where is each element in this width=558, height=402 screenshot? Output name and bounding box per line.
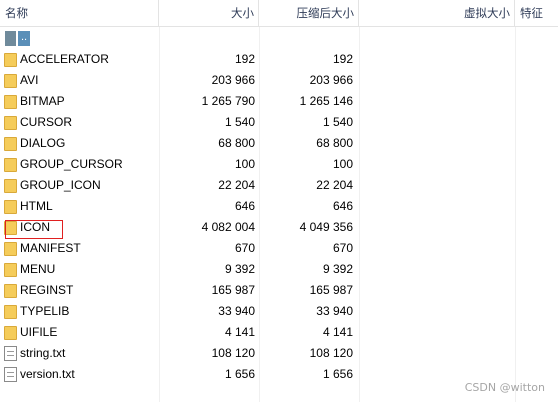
row-size: 1 656 (224, 367, 255, 381)
row-name: CURSOR (20, 115, 73, 129)
row-name: BITMAP (20, 94, 65, 108)
row-compressed-size: 4 141 (322, 325, 353, 339)
row-compressed-size: 4 049 356 (299, 220, 353, 234)
row-name: version.txt (20, 367, 75, 381)
row-name: HTML (20, 199, 53, 213)
row-size: 646 (234, 199, 255, 213)
folder-icon (4, 284, 17, 298)
column-attributes-header[interactable]: 特征 (515, 0, 558, 26)
row-name: string.txt (20, 346, 66, 360)
row-name: MANIFEST (20, 241, 81, 255)
text-file-icon (4, 367, 17, 382)
row-compressed-size: 1 540 (322, 115, 353, 129)
folder-row[interactable]: GROUP_ICON 22 204 22 204 (0, 175, 558, 196)
folder-row[interactable]: ICON 4 082 004 4 049 356 (0, 217, 558, 238)
folder-icon (4, 305, 17, 319)
row-size: 33 940 (218, 304, 255, 318)
parent-folder-label: .. (18, 31, 30, 46)
folder-row[interactable]: GROUP_CURSOR 100 100 (0, 154, 558, 175)
row-size: 670 (234, 241, 255, 255)
row-size: 4 082 004 (201, 220, 255, 234)
folder-icon (4, 179, 17, 193)
folder-icon (4, 53, 17, 67)
folder-row[interactable]: DIALOG 68 800 68 800 (0, 133, 558, 154)
row-compressed-size: 670 (332, 241, 353, 255)
folder-icon (4, 263, 17, 277)
row-name: MENU (20, 262, 56, 276)
column-virtual-header[interactable]: 虚拟大小 (359, 0, 515, 26)
row-name: UIFILE (20, 325, 58, 339)
file-list: .. ACCELERATOR 192 192 AVI 203 966 203 966 BIT… (0, 29, 558, 385)
folder-icon (4, 137, 17, 151)
column-size-header[interactable]: 大小 (159, 0, 259, 26)
text-file-icon (4, 346, 17, 361)
watermark: CSDN @witton (464, 381, 545, 394)
folder-row[interactable]: CURSOR 1 540 1 540 (0, 112, 558, 133)
column-name-header[interactable]: 名称 (0, 0, 159, 26)
row-compressed-size: 192 (332, 52, 353, 66)
folder-row[interactable]: BITMAP 1 265 790 1 265 146 (0, 91, 558, 112)
row-compressed-size: 203 966 (309, 73, 353, 87)
row-size: 68 800 (218, 136, 255, 150)
folder-row[interactable]: AVI 203 966 203 966 (0, 70, 558, 91)
row-size: 203 966 (211, 73, 255, 87)
row-size: 4 141 (224, 325, 255, 339)
folder-icon (4, 242, 17, 256)
row-compressed-size: 165 987 (309, 283, 353, 297)
selection-highlight-box (5, 220, 63, 239)
row-size: 108 120 (211, 346, 255, 360)
folder-row[interactable]: UIFILE 4 141 4 141 (0, 322, 558, 343)
row-name: GROUP_CURSOR (20, 157, 123, 171)
folder-row[interactable]: TYPELIB 33 940 33 940 (0, 301, 558, 322)
row-compressed-size: 108 120 (309, 346, 353, 360)
row-size: 9 392 (224, 262, 255, 276)
row-compressed-size: 68 800 (316, 136, 353, 150)
row-name: TYPELIB (20, 304, 70, 318)
row-size: 100 (234, 157, 255, 171)
row-name: GROUP_ICON (20, 178, 101, 192)
row-size: 1 540 (224, 115, 255, 129)
folder-icon (4, 200, 17, 214)
folder-row[interactable]: ACCELERATOR 192 192 (0, 49, 558, 70)
column-header: 名称 大小 压缩后大小 虚拟大小 特征 (0, 0, 558, 27)
row-name: REGINST (20, 283, 74, 297)
row-compressed-size: 646 (332, 199, 353, 213)
row-size: 22 204 (218, 178, 255, 192)
folder-icon (4, 74, 17, 88)
folder-icon (4, 116, 17, 130)
row-compressed-size: 1 656 (322, 367, 353, 381)
folder-row[interactable]: MANIFEST 670 670 (0, 238, 558, 259)
row-compressed-size: 33 940 (316, 304, 353, 318)
parent-folder-row[interactable]: .. (0, 29, 558, 49)
row-compressed-size: 22 204 (316, 178, 353, 192)
folder-row[interactable]: REGINST 165 987 165 987 (0, 280, 558, 301)
folder-icon (4, 326, 17, 340)
row-compressed-size: 1 265 146 (299, 94, 353, 108)
file-row[interactable]: string.txt 108 120 108 120 (0, 343, 558, 364)
folder-row[interactable]: MENU 9 392 9 392 (0, 259, 558, 280)
column-compressed-header[interactable]: 压缩后大小 (259, 0, 359, 26)
row-size: 192 (234, 52, 255, 66)
row-compressed-size: 100 (332, 157, 353, 171)
row-name: DIALOG (20, 136, 66, 150)
row-name: ACCELERATOR (20, 52, 109, 66)
folder-row[interactable]: HTML 646 646 (0, 196, 558, 217)
folder-icon (4, 158, 17, 172)
row-compressed-size: 9 392 (322, 262, 353, 276)
row-name: AVI (20, 73, 39, 87)
row-size: 165 987 (211, 283, 255, 297)
folder-up-icon (5, 31, 16, 46)
folder-icon (4, 95, 17, 109)
row-size: 1 265 790 (201, 94, 255, 108)
